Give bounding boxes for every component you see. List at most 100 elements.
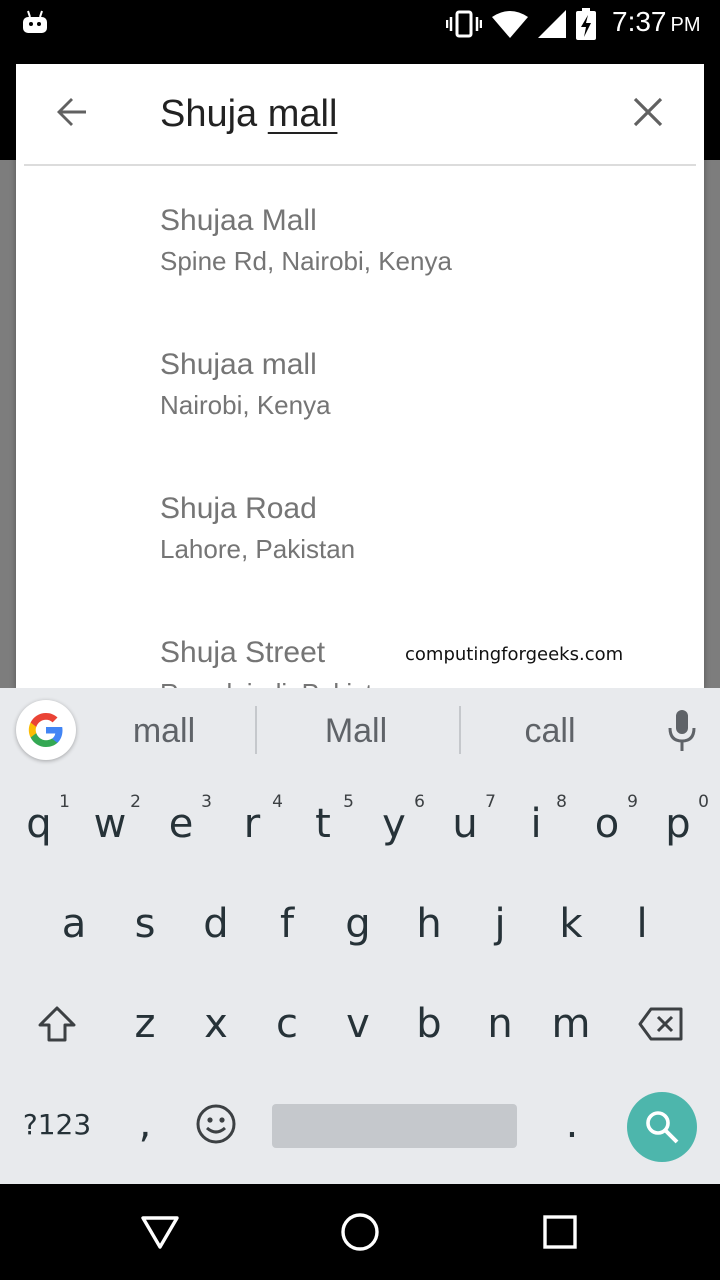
key-label: o [594,801,620,847]
key-hint: 5 [343,792,354,812]
suggestion-3[interactable]: call [480,708,620,754]
key-p[interactable]: p0 [643,774,713,874]
backspace-icon [638,1007,683,1041]
suggestion-strip: mall Mall call [0,688,720,774]
clear-button[interactable] [622,86,674,138]
key-label: q [26,801,52,847]
key-label: ?123 [22,1107,92,1141]
result-title: Shujaa Mall [160,204,317,237]
key-q[interactable]: q1 [4,774,74,874]
suggestion-2[interactable]: Mall [286,708,426,754]
key-hint: 9 [627,792,638,812]
result-subtitle: Spine Rd, Nairobi, Kenya [160,246,452,276]
voice-input-button[interactable] [660,704,704,758]
key-m[interactable]: m [536,974,606,1074]
result-title: Shujaa mall [160,348,317,381]
search-header: Shuja mall [16,64,704,164]
key-label: a [61,901,87,947]
key-f[interactable]: f [252,874,322,974]
key-b[interactable]: b [394,974,464,1074]
key-y[interactable]: y6 [359,774,429,874]
comma-key[interactable]: , [110,1074,180,1174]
query-composing-text: mall [267,93,338,135]
shift-icon [38,1006,76,1042]
backspace-key[interactable] [626,974,696,1074]
key-v[interactable]: v [323,974,393,1074]
result-item[interactable]: Shuja Road Lahore, Pakistan [16,454,704,598]
key-hint: 7 [485,792,496,812]
google-button[interactable] [16,700,76,760]
key-label: r [243,801,261,847]
key-label: y [382,801,406,847]
wifi-icon [492,11,528,38]
home-nav-button[interactable] [336,1208,384,1256]
key-hint: 3 [201,792,212,812]
keyboard: q1 w2 e3 r4 t5 y6 u7 i8 o9 p0 a s d f g … [0,774,720,1184]
key-label: e [168,801,194,847]
key-o[interactable]: o9 [572,774,642,874]
key-a[interactable]: a [39,874,109,974]
key-label: , [138,1101,152,1147]
key-label: v [346,1001,370,1047]
key-hint: 1 [59,792,70,812]
key-i[interactable]: i8 [501,774,571,874]
back-nav-button[interactable] [136,1208,184,1256]
key-label: t [315,801,331,847]
arrow-back-icon [57,98,86,126]
key-g[interactable]: g [323,874,393,974]
mic-icon [668,710,696,751]
key-label: z [134,1001,156,1047]
square-recents-icon [543,1215,577,1249]
key-r[interactable]: r4 [217,774,287,874]
key-hint: 8 [556,792,567,812]
result-item[interactable]: Shujaa Mall Spine Rd, Nairobi, Kenya [16,166,704,310]
vibrate-icon [446,10,482,38]
search-icon [646,1111,679,1144]
symbols-key[interactable]: ?123 [9,1074,105,1174]
period-key[interactable]: . [537,1074,607,1174]
space-bar[interactable] [272,1104,517,1148]
key-label: l [636,901,648,947]
key-t[interactable]: t5 [288,774,358,874]
search-input[interactable]: Shuja mall [160,88,337,140]
key-j[interactable]: j [465,874,535,974]
shift-key[interactable] [22,974,92,1074]
status-bar: 7:37 PM [0,0,720,48]
key-label: i [530,801,542,847]
result-item[interactable]: Shuja Street Rawalpindi, Pakistan [16,598,704,688]
back-button[interactable] [46,86,98,138]
result-subtitle: Rawalpindi, Pakistan [160,676,704,688]
key-s[interactable]: s [110,874,180,974]
key-h[interactable]: h [394,874,464,974]
key-z[interactable]: z [110,974,180,1074]
key-x[interactable]: x [181,974,251,1074]
suggestion-1[interactable]: mall [94,708,234,754]
emoji-key[interactable] [181,1074,251,1174]
key-c[interactable]: c [252,974,322,1074]
android-icon [23,10,47,33]
key-n[interactable]: n [465,974,535,1074]
key-label: h [416,901,442,947]
key-e[interactable]: e3 [146,774,216,874]
google-g-icon [28,713,63,747]
key-hint: 4 [272,792,283,812]
key-d[interactable]: d [181,874,251,974]
search-action-key[interactable] [627,1092,697,1162]
key-label: w [93,801,127,847]
key-l[interactable]: l [607,874,677,974]
clock-ampm: PM [670,14,701,36]
key-k[interactable]: k [536,874,606,974]
result-item[interactable]: Shujaa mall Nairobi, Kenya [16,310,704,454]
key-label: c [276,1001,298,1047]
key-w[interactable]: w2 [75,774,145,874]
circle-home-icon [341,1213,379,1251]
query-text: Shuja [160,93,268,135]
suggestion-divider [459,706,461,754]
recents-nav-button[interactable] [536,1208,584,1256]
key-label: . [565,1101,579,1147]
emoji-icon [196,1104,236,1144]
key-hint: 6 [414,792,425,812]
key-u[interactable]: u7 [430,774,500,874]
key-hint: 2 [130,792,141,812]
signal-icon [538,10,566,38]
